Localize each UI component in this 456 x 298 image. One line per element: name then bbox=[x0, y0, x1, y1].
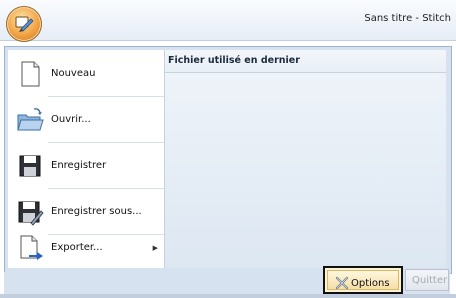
options-button[interactable]: Options bbox=[323, 266, 403, 294]
menu-item-new-label: Nouveau bbox=[51, 68, 96, 79]
status-strip bbox=[0, 294, 456, 298]
open-folder-icon bbox=[17, 108, 44, 131]
menu-item-save-label: Enregistrer bbox=[51, 160, 107, 171]
new-document-icon bbox=[21, 61, 40, 87]
window-title: Sans titre - Stitch bbox=[364, 13, 451, 24]
save-icon bbox=[19, 155, 41, 177]
submenu-arrow-icon: ▶ bbox=[152, 244, 158, 252]
menu-item-export-label: Exporter... bbox=[51, 242, 103, 253]
recent-files-list bbox=[165, 73, 446, 268]
menu-item-save-as-label: Enregistrer sous... bbox=[51, 206, 142, 217]
quit-label: Quitter bbox=[412, 275, 448, 286]
save-as-icon bbox=[18, 201, 44, 226]
title-bar: Sans titre - Stitch bbox=[0, 0, 456, 42]
separator bbox=[48, 96, 164, 97]
recent-files-panel: Fichier utilisé en dernier bbox=[165, 50, 446, 268]
menu-item-open[interactable]: Ouvrir... bbox=[8, 98, 164, 142]
separator bbox=[48, 188, 164, 189]
application-menu-button[interactable] bbox=[6, 6, 42, 42]
command-list: Nouveau Ouvrir... Enregistrer Enregistre… bbox=[8, 50, 165, 268]
separator bbox=[48, 142, 164, 143]
recent-files-title: Fichier utilisé en dernier bbox=[168, 55, 300, 66]
options-icon bbox=[335, 276, 349, 290]
menu-item-export[interactable]: Exporter... ▶ bbox=[8, 226, 164, 270]
stitch-logo-icon bbox=[15, 16, 34, 32]
export-icon bbox=[20, 235, 43, 260]
menu-item-new[interactable]: Nouveau bbox=[8, 52, 164, 96]
menu-item-save[interactable]: Enregistrer bbox=[8, 144, 164, 188]
recent-files-header: Fichier utilisé en dernier bbox=[165, 50, 446, 73]
quit-button[interactable]: Quitter bbox=[405, 269, 449, 291]
options-label: Options bbox=[351, 278, 390, 289]
menu-item-open-label: Ouvrir... bbox=[51, 114, 91, 125]
